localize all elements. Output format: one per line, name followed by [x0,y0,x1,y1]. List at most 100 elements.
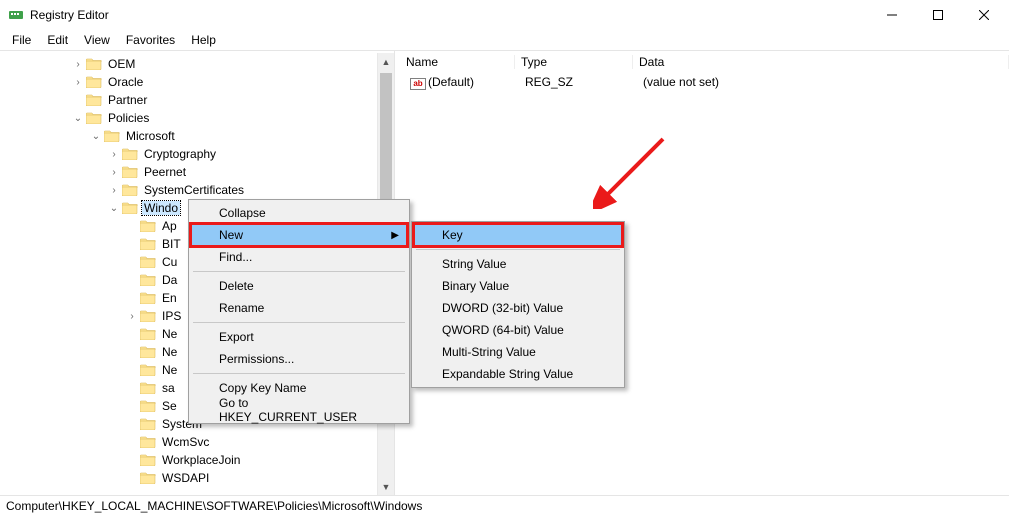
scroll-down-button[interactable]: ▼ [378,478,394,495]
chevron-right-icon[interactable]: › [108,185,120,196]
context-menu[interactable]: Collapse New ▶ Find... Delete Rename Export Per… [188,199,410,424]
tree-item[interactable]: WcmSvc [0,433,394,451]
menu-item-label: Go to HKEY_CURRENT_USER [219,396,379,424]
menu-item-label: Rename [219,301,264,315]
column-type-header[interactable]: Type [515,55,633,69]
folder-icon [102,128,124,145]
menu-bar: File Edit View Favorites Help [0,30,1009,50]
values-header[interactable]: Name Type Data [400,51,1009,73]
menu-item-label: Collapse [219,206,266,220]
folder-icon [138,344,160,361]
menu-item[interactable]: Collapse [191,202,407,224]
tree-item-label: Partner [106,93,149,107]
menu-item[interactable]: Expandable String Value [414,363,622,385]
folder-icon [84,74,106,91]
window-title: Registry Editor [30,8,109,22]
menu-item[interactable]: Export [191,326,407,348]
scroll-up-button[interactable]: ▲ [378,53,394,70]
maximize-button[interactable] [915,0,961,30]
tree-item-label: BIT [160,237,183,251]
menu-item[interactable]: Binary Value [414,275,622,297]
tree-item-label: SystemCertificates [142,183,246,197]
menu-edit[interactable]: Edit [39,31,76,49]
tree-item-label: Microsoft [124,129,177,143]
chevron-down-icon[interactable]: ⌄ [108,203,120,214]
tree-item[interactable]: › Cryptography [0,145,394,163]
tree-item-label: IPS [160,309,183,323]
menu-item-label: New [219,228,243,242]
app-icon [8,7,24,23]
status-bar: Computer\HKEY_LOCAL_MACHINE\SOFTWARE\Pol… [0,495,1009,516]
menu-item[interactable]: Rename [191,297,407,319]
menu-item[interactable]: String Value [414,253,622,275]
value-row[interactable]: ab(Default) REG_SZ (value not set) [400,73,1009,91]
chevron-right-icon[interactable]: › [108,149,120,160]
menu-item-label: QWORD (64-bit) Value [442,323,564,337]
tree-item-label: Cryptography [142,147,218,161]
tree-item-label: En [160,291,179,305]
tree-item[interactable]: ›Oracle [0,73,394,91]
menu-item-label: Permissions... [219,352,294,366]
tree-item-label: WorkplaceJoin [160,453,242,467]
tree-item[interactable]: WorkplaceJoin [0,451,394,469]
chevron-right-icon[interactable]: › [108,167,120,178]
menu-divider [193,271,405,272]
menu-divider [416,249,620,250]
menu-item[interactable]: Permissions... [191,348,407,370]
tree-item[interactable]: ⌄ Microsoft [0,127,394,145]
menu-item-label: Export [219,330,254,344]
column-data-header[interactable]: Data [633,55,1009,69]
menu-favorites[interactable]: Favorites [118,31,183,49]
menu-item[interactable]: QWORD (64-bit) Value [414,319,622,341]
minimize-button[interactable] [869,0,915,30]
chevron-right-icon[interactable]: › [72,77,84,88]
string-value-icon: ab [410,78,426,90]
menu-item[interactable]: New ▶ [191,224,407,246]
folder-icon [84,92,106,109]
folder-icon [120,182,142,199]
menu-item-label: Multi-String Value [442,345,536,359]
tree-item[interactable]: ⌄ Policies [0,109,394,127]
tree-item[interactable]: Partner [0,91,394,109]
menu-view[interactable]: View [76,31,118,49]
folder-icon [138,398,160,415]
menu-item[interactable]: Multi-String Value [414,341,622,363]
menu-item[interactable]: Find... [191,246,407,268]
scroll-thumb[interactable] [380,73,392,213]
folder-icon [138,416,160,433]
menu-help[interactable]: Help [183,31,224,49]
tree-item-label: WSDAPI [160,471,211,485]
menu-item[interactable]: Delete [191,275,407,297]
chevron-down-icon[interactable]: ⌄ [72,113,84,124]
folder-icon [138,218,160,235]
folder-icon [138,254,160,271]
tree-item-label: Ne [160,363,179,377]
menu-item[interactable]: Go to HKEY_CURRENT_USER [191,399,407,421]
menu-item-label: Expandable String Value [442,367,573,381]
folder-icon [138,362,160,379]
close-button[interactable] [961,0,1007,30]
folder-icon [138,290,160,307]
chevron-right-icon[interactable]: › [72,59,84,70]
menu-item[interactable]: DWORD (32-bit) Value [414,297,622,319]
tree-item-label: Policies [106,111,151,125]
tree-item-label: Peernet [142,165,188,179]
folder-icon [138,272,160,289]
tree-item[interactable]: › Peernet [0,163,394,181]
menu-item[interactable]: Key [414,224,622,246]
menu-item-label: Key [442,228,463,242]
tree-item[interactable]: ›OEM [0,55,394,73]
folder-icon [120,200,142,217]
menu-item-label: DWORD (32-bit) Value [442,301,563,315]
column-name-header[interactable]: Name [400,55,515,69]
menu-divider [193,322,405,323]
folder-icon [120,164,142,181]
status-path: Computer\HKEY_LOCAL_MACHINE\SOFTWARE\Pol… [6,499,422,513]
tree-item[interactable]: WSDAPI [0,469,394,487]
menu-file[interactable]: File [4,31,39,49]
chevron-down-icon[interactable]: ⌄ [90,131,102,142]
context-submenu-new[interactable]: Key String ValueBinary Value DWORD (32-bit… [411,221,625,388]
tree-item[interactable]: › SystemCertificates [0,181,394,199]
chevron-right-icon[interactable]: › [126,311,138,322]
submenu-arrow-icon: ▶ [391,230,399,241]
